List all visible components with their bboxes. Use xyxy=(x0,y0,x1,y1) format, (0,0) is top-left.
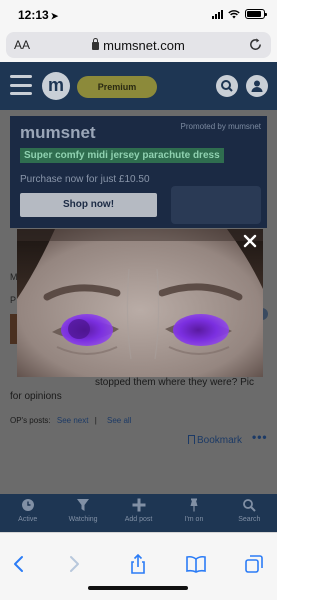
right-eye-highlight xyxy=(173,314,229,346)
thread-text-fragment: P xyxy=(10,295,17,305)
see-next-link[interactable]: See next xyxy=(57,416,89,425)
nav-active[interactable]: Active xyxy=(0,494,55,532)
nav-add-post[interactable]: Add post xyxy=(111,494,166,532)
back-icon[interactable] xyxy=(8,553,30,575)
search-icon[interactable] xyxy=(216,75,238,97)
shop-now-button[interactable]: Shop now! xyxy=(20,193,157,217)
more-options-button[interactable]: ••• xyxy=(252,430,268,444)
app-bottom-nav: Active Watching Add post I'm on Search xyxy=(0,494,277,532)
see-all-link[interactable]: See all xyxy=(107,416,131,425)
ad-promoted-label: Promoted by mumsnet xyxy=(180,122,261,131)
image-lightbox xyxy=(17,229,263,377)
address-bar[interactable]: AA mumsnet.com xyxy=(6,32,271,58)
eyes-photo[interactable] xyxy=(17,229,263,377)
ad-price-text: Purchase now for just £10.50 xyxy=(20,174,150,185)
site-header: m Premium xyxy=(0,62,277,110)
advert-banner[interactable]: Promoted by mumsnet mumsnet Super comfy … xyxy=(10,116,267,228)
ad-product-image[interactable] xyxy=(171,186,261,224)
user-icon[interactable] xyxy=(246,75,268,97)
status-time: 12:13 ➤ xyxy=(18,8,59,22)
mumsnet-logo[interactable]: m xyxy=(42,72,70,100)
wifi-icon xyxy=(228,9,240,18)
clock-icon xyxy=(21,499,34,511)
ad-headline[interactable]: Super comfy midi jersey parachute dress xyxy=(20,148,224,163)
status-bar: 12:13 ➤ xyxy=(0,0,277,30)
bookmarks-icon[interactable] xyxy=(185,553,207,575)
cellular-signal-icon xyxy=(212,9,223,19)
bookmark-button[interactable]: Bookmark xyxy=(188,434,242,446)
ad-brand: mumsnet xyxy=(20,123,96,142)
battery-icon xyxy=(245,9,267,19)
home-indicator xyxy=(88,586,188,590)
bookmark-icon xyxy=(188,435,195,444)
post-body: stopped them where they were? Pic for op… xyxy=(10,377,254,402)
lock-icon xyxy=(92,38,100,50)
filter-icon xyxy=(77,499,90,511)
reload-icon[interactable] xyxy=(248,37,263,52)
tabs-icon[interactable] xyxy=(243,553,265,575)
share-icon[interactable] xyxy=(127,553,149,575)
search-icon xyxy=(243,499,257,512)
nav-watching[interactable]: Watching xyxy=(55,494,110,532)
menu-icon[interactable] xyxy=(10,75,32,95)
close-icon[interactable] xyxy=(243,234,257,248)
plus-icon xyxy=(132,498,146,512)
op-posts-bar: OP's posts: See next | See all xyxy=(10,416,132,425)
nav-im-on[interactable]: I'm on xyxy=(166,494,221,532)
browser-address-area: AA mumsnet.com xyxy=(0,30,277,62)
url-display[interactable]: mumsnet.com xyxy=(6,38,271,53)
nav-search[interactable]: Search xyxy=(222,494,277,532)
pin-icon xyxy=(190,498,198,512)
premium-button[interactable]: Premium xyxy=(77,76,157,98)
location-icon: ➤ xyxy=(50,11,59,21)
forward-icon[interactable] xyxy=(63,553,85,575)
